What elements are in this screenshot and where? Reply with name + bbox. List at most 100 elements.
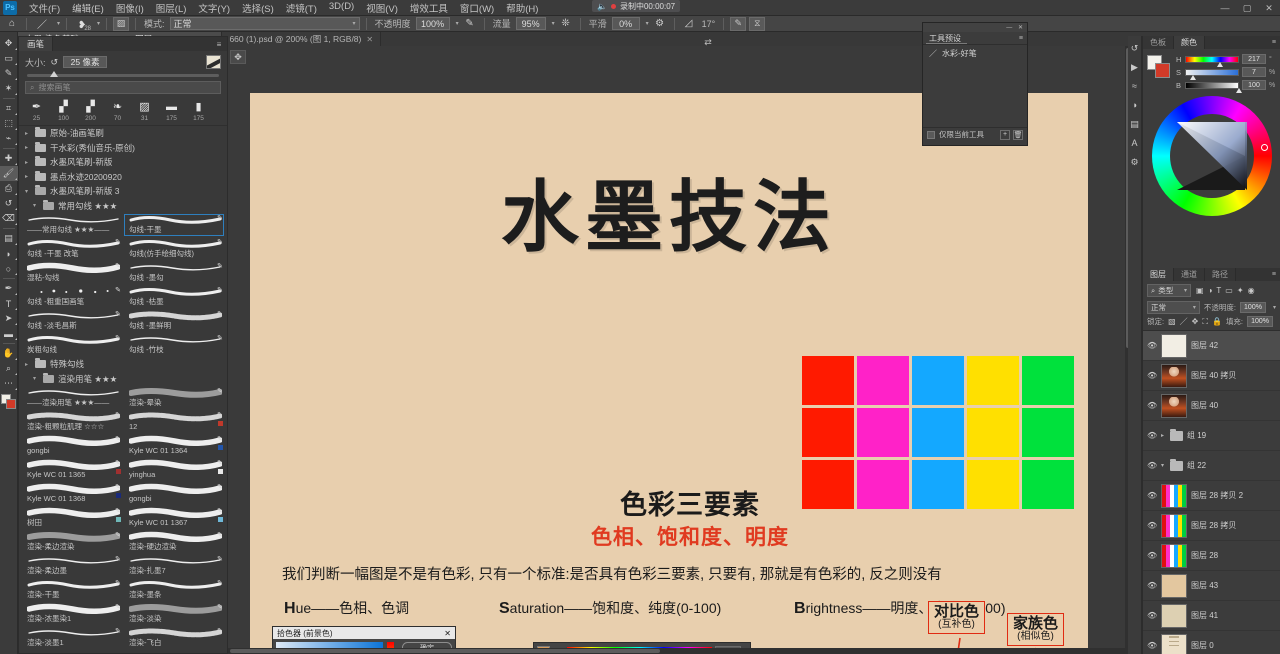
brush-edit-icon[interactable]: ✎ — [217, 507, 223, 515]
layer-fill-input[interactable]: 100% — [1247, 316, 1273, 327]
foreground-background-swatch[interactable] — [1, 394, 17, 410]
color-slider-B[interactable]: B100% — [1176, 80, 1276, 90]
brush-edit-icon[interactable]: ✎ — [115, 262, 121, 270]
shape-tool[interactable]: ▬ — [0, 326, 18, 341]
channel-value[interactable]: 7 — [1242, 67, 1266, 77]
brush-edit-icon[interactable]: ✎ — [217, 214, 223, 222]
clone-stamp-tool[interactable]: ⎙ — [0, 181, 18, 196]
move-tool[interactable]: ✥ — [0, 36, 18, 51]
brush-list[interactable]: ▸原始-油画笔刷▸干水彩(秀仙音乐-原创)▸水墨风笔刷-新版▸墨点水迹20200… — [19, 126, 227, 653]
eye-icon[interactable]: 👁 — [1147, 581, 1157, 590]
brush-edit-icon[interactable]: ✎ — [217, 483, 223, 491]
brush-edit-icon[interactable]: ✎ — [217, 555, 223, 563]
layer-thumbnail[interactable] — [1161, 544, 1187, 568]
brush-edit-icon[interactable]: ✎ — [217, 459, 223, 467]
character-icon[interactable]: A — [1129, 137, 1141, 149]
brush-edit-icon[interactable]: ✎ — [217, 627, 223, 635]
layer-row[interactable]: 👁图层 28 拷贝 2 — [1143, 481, 1280, 511]
tab-layers[interactable]: 图层 — [1143, 268, 1174, 281]
chevron-icon[interactable]: ▾ — [1161, 462, 1166, 469]
color-slider-S[interactable]: S7% — [1176, 67, 1276, 77]
tab-brushes[interactable]: 画笔 — [19, 37, 53, 51]
panel-title-bar[interactable]: — ✕ — [923, 23, 1027, 32]
smart-filter-icon[interactable]: ✦ — [1237, 286, 1244, 295]
brush-edit-icon[interactable]: ✎ — [217, 286, 223, 294]
brush-edit-icon[interactable]: ✎ — [217, 310, 223, 318]
tablet-pressure-size-icon[interactable]: ✎ — [730, 17, 746, 31]
layer-row[interactable]: 👁▸组 19 — [1143, 421, 1280, 451]
edit-toolbar[interactable]: ⋯ — [0, 376, 18, 391]
maximize-button[interactable]: ▢ — [1236, 0, 1258, 16]
library-icon[interactable]: ▤ — [1129, 118, 1141, 130]
reset-icon[interactable]: ↺ — [51, 57, 59, 68]
brush-edit-icon[interactable]: ✎ — [115, 531, 121, 539]
lock-image-icon[interactable]: ／ — [1180, 316, 1188, 327]
menu-item-8[interactable]: 视图(V) — [360, 0, 404, 17]
brush-item[interactable]: 渲染-淡墨1✎ — [21, 626, 123, 650]
healing-brush-tool[interactable]: ✚ — [0, 151, 18, 166]
layer-row[interactable]: 👁图层 41 — [1143, 601, 1280, 631]
eye-icon[interactable]: 👁 — [1147, 491, 1157, 500]
layer-thumbnail[interactable] — [1161, 634, 1187, 654]
brush-folder-4[interactable]: ▾水墨风笔刷-新版 3 — [19, 184, 227, 199]
brush-edit-icon[interactable]: ✎ — [217, 262, 223, 270]
chevron-down-icon[interactable]: ▾ — [552, 20, 555, 27]
canvas-horizontal-scrollbar[interactable] — [228, 648, 1131, 654]
brush-item[interactable]: 勾线 -干墨 改笔✎ — [21, 237, 123, 261]
brush-edit-icon[interactable]: ✎ — [115, 603, 121, 611]
brush-folder-3[interactable]: ▸墨点水迹20200920 — [19, 170, 227, 185]
menu-item-1[interactable]: 编辑(E) — [66, 0, 110, 17]
layer-blend-mode-select[interactable]: 正常 ▾ — [1147, 301, 1200, 314]
close-icon[interactable]: ✕ — [444, 629, 451, 638]
path-select-tool[interactable]: ➤ — [0, 311, 18, 326]
channel-value[interactable]: 217 — [1242, 54, 1266, 64]
chevron-down-icon[interactable]: ▾ — [57, 20, 60, 27]
pressure-opacity-icon[interactable]: ✎ — [462, 17, 478, 31]
background-color-swatch[interactable] — [6, 399, 16, 409]
layer-thumbnail[interactable] — [1161, 394, 1187, 418]
document-tab-1[interactable]: 660 (1).psd @ 200% (图 1, RGB/8)✕ — [222, 32, 381, 46]
brush-size-slider[interactable] — [27, 74, 219, 77]
brush-edit-icon[interactable]: ✎ — [115, 483, 121, 491]
brush-edit-icon[interactable]: ✎ — [115, 579, 121, 587]
slider-track[interactable] — [1185, 82, 1239, 89]
zoom-tool[interactable]: ⌕ — [0, 361, 18, 376]
layer-row[interactable]: 👁图层 40 — [1143, 391, 1280, 421]
layer-row[interactable]: 👁图层 43 — [1143, 571, 1280, 601]
hue-marker[interactable] — [1261, 144, 1268, 151]
recent-brush-2[interactable]: ▞200 — [78, 99, 103, 122]
brush-edit-icon[interactable]: ✎ — [115, 555, 121, 563]
brush-item[interactable]: ——常用勾线 ★★★—— — [21, 213, 123, 237]
brush-item[interactable]: 渲染-墨条✎ — [123, 578, 225, 602]
menu-item-3[interactable]: 图层(L) — [150, 0, 193, 17]
brush-item[interactable]: 勾线 -墨鲜明✎ — [123, 309, 225, 333]
recent-brush-3[interactable]: ❧70 — [105, 99, 130, 122]
brush-edit-icon[interactable]: ✎ — [217, 603, 223, 611]
chevron-down-icon[interactable]: ▾ — [456, 20, 459, 27]
brush-grid-common[interactable]: ——常用勾线 ★★★——勾线-干墨✎勾线 -干墨 改笔✎勾线(仿手绘细勾线)✎湿… — [19, 213, 227, 357]
recent-brush-5[interactable]: ▬175 — [159, 99, 184, 122]
close-button[interactable]: ✕ — [1258, 0, 1280, 16]
brush-settings-icon[interactable]: ▨ — [113, 17, 129, 31]
layer-thumbnail[interactable] — [1161, 364, 1187, 388]
brush-group-render[interactable]: ▾渲染用笔 ★★★ — [19, 372, 227, 387]
menu-item-10[interactable]: 窗口(W) — [454, 0, 500, 17]
chevron-icon[interactable]: ▸ — [1161, 432, 1166, 439]
eye-icon[interactable]: 👁 — [1147, 371, 1157, 380]
smoothing-input[interactable]: 0% — [612, 17, 640, 30]
layer-row[interactable]: 👁图层 42 — [1143, 331, 1280, 361]
brush-preset-picker[interactable]: ／ — [33, 17, 51, 31]
panel-menu-icon[interactable]: ≡ — [1019, 35, 1023, 42]
eye-icon[interactable]: 👁 — [1147, 611, 1157, 620]
brush-folder-0[interactable]: ▸原始-油画笔刷 — [19, 126, 227, 141]
brush-folder-1[interactable]: ▸干水彩(秀仙音乐-原创) — [19, 141, 227, 156]
panel-menu-icon[interactable]: ≡ — [1272, 271, 1280, 278]
brush-item[interactable]: 渲染-飞白✎ — [123, 626, 225, 650]
recent-brush-0[interactable]: ✒25 — [24, 99, 49, 122]
tab-tool-presets[interactable]: 工具预设 ≡ — [923, 32, 1027, 45]
frame-tool[interactable]: ⬚ — [0, 116, 18, 131]
layer-row[interactable]: 👁图层 0 — [1143, 631, 1280, 654]
brush-edit-icon[interactable]: ✎ — [217, 435, 223, 443]
tab-color[interactable]: 颜色 — [1174, 36, 1205, 49]
brush-edit-icon[interactable]: ✎ — [115, 507, 121, 515]
